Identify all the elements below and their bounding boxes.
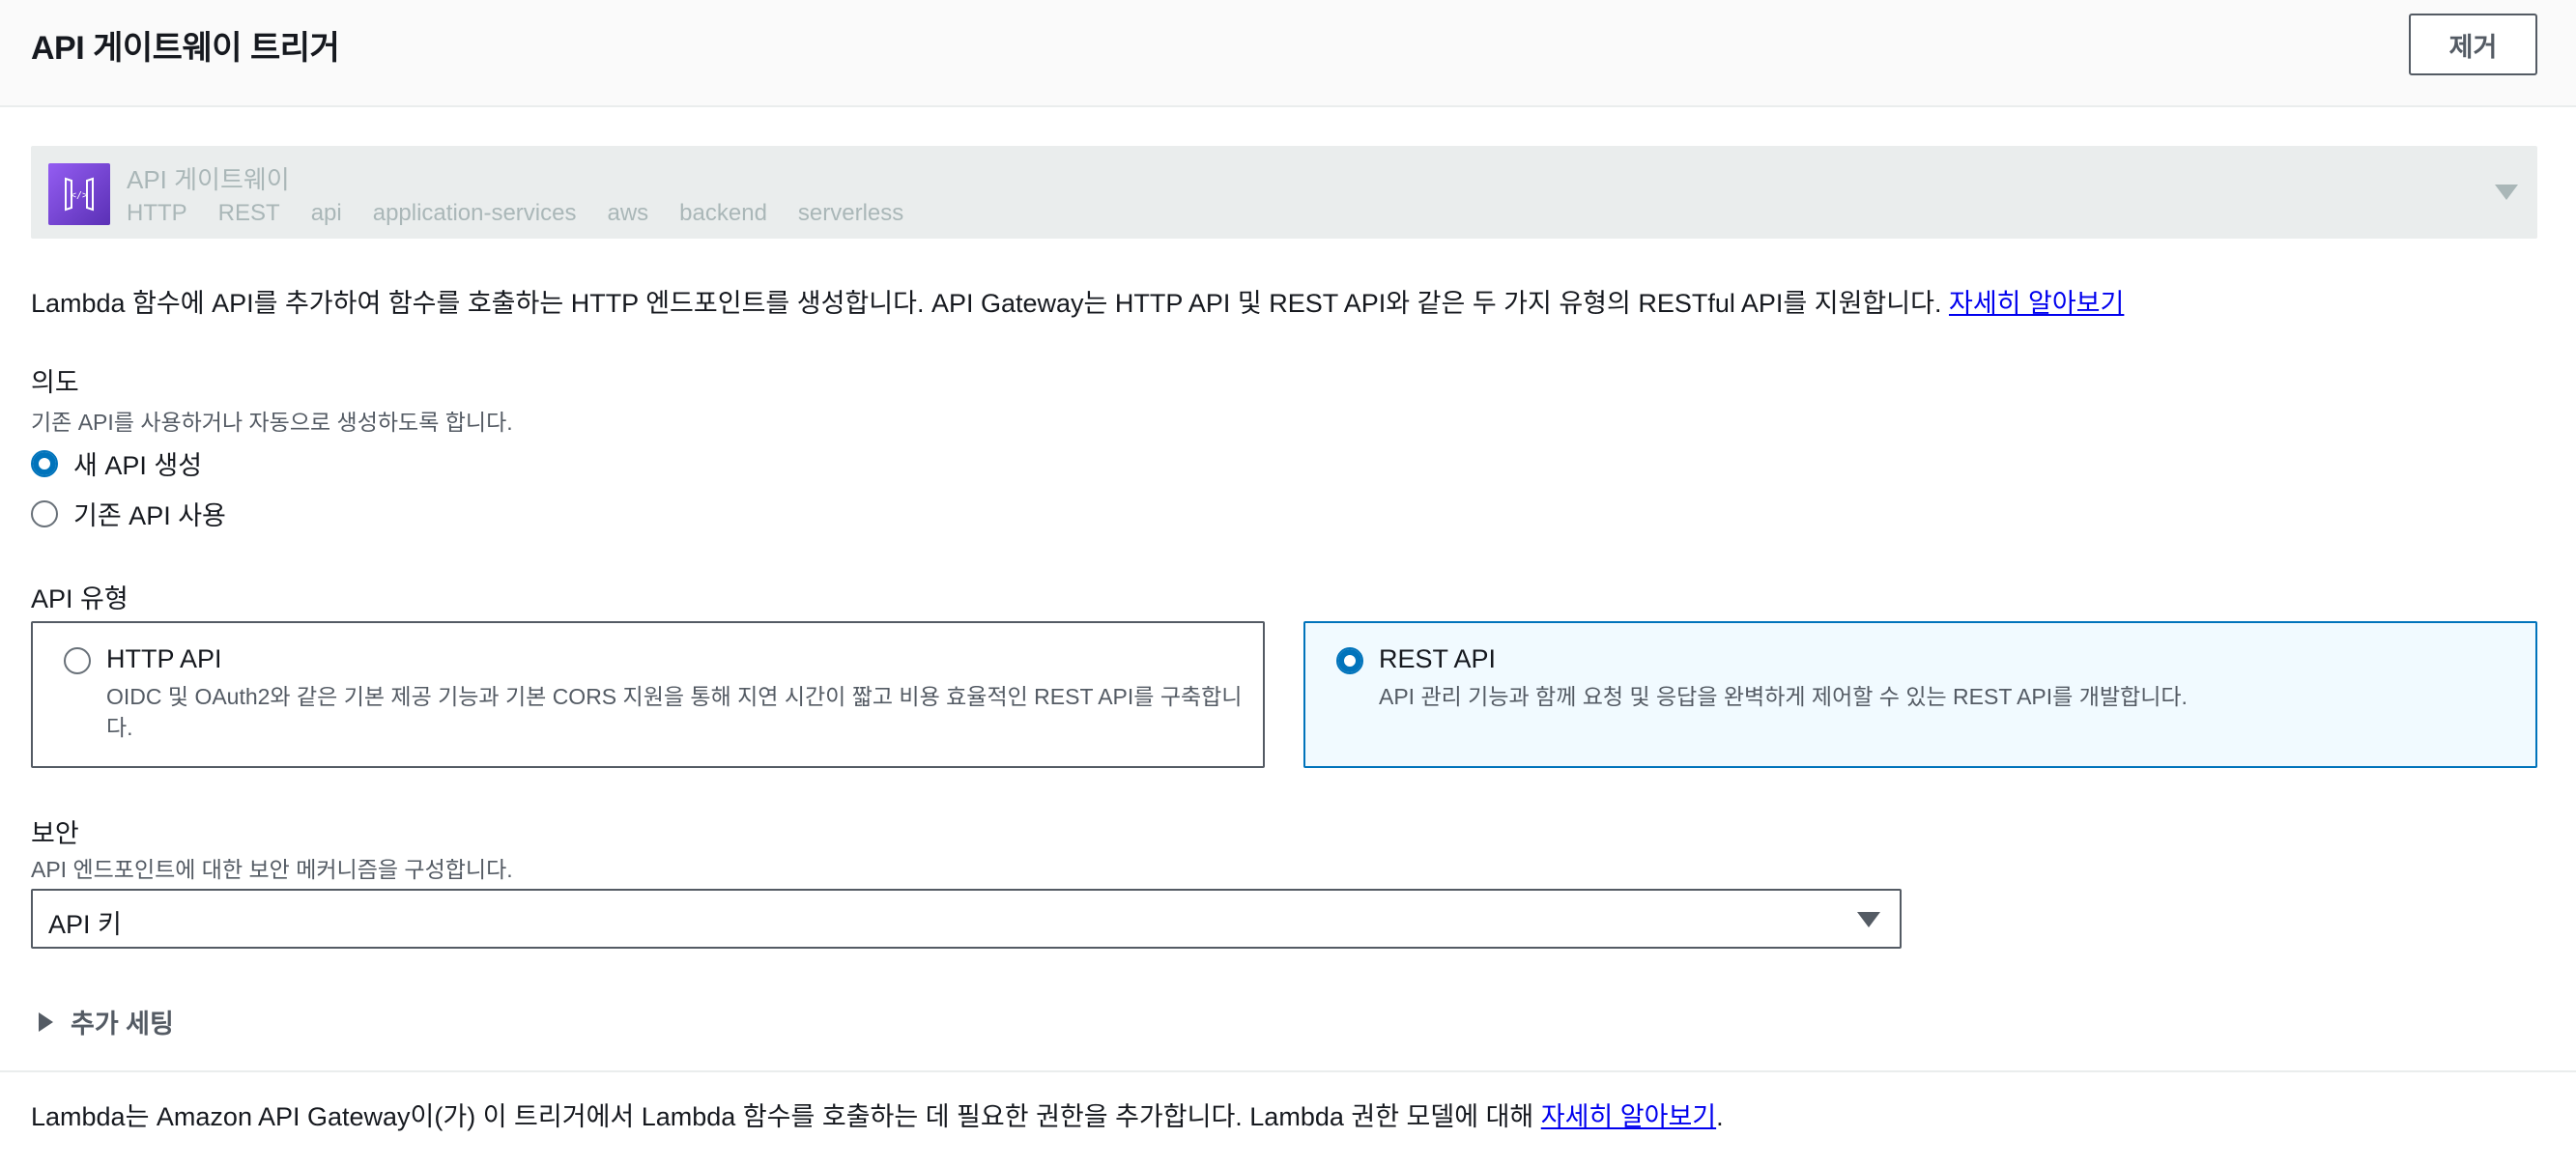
tile-description: OIDC 및 OAuth2와 같은 기본 제공 기능과 기본 CORS 지원을 …	[106, 681, 1242, 743]
additional-settings-toggle[interactable]: 추가 세팅	[39, 1003, 174, 1040]
api-gateway-logo-icon: </>	[48, 163, 110, 225]
service-tags: HTTP REST api application-services aws b…	[127, 200, 934, 227]
divider	[0, 1070, 2576, 1072]
tile-description-line: 다.	[106, 715, 133, 740]
intent-label: 의도	[31, 368, 79, 397]
tile-description: API 관리 기능과 함께 요청 및 응답을 완벽하게 제어할 수 있는 RES…	[1379, 681, 2188, 712]
caret-down-icon	[1857, 912, 1880, 927]
intent-hint: 기존 API를 사용하거나 자동으로 생성하도록 합니다.	[31, 410, 513, 435]
description-text: Lambda 함수에 API를 추가하여 함수를 호출하는 HTTP 엔드포인트…	[31, 289, 1942, 318]
api-type-tile-http[interactable]: HTTP API OIDC 및 OAuth2와 같은 기본 제공 기능과 기본 …	[31, 621, 1265, 768]
trigger-description: Lambda 함수에 API를 추가하여 함수를 호출하는 HTTP 엔드포인트…	[31, 282, 2124, 320]
radio-label: 기존 API 사용	[73, 501, 226, 530]
permissions-note: Lambda는 Amazon API Gateway이(가) 이 트리거에서 L…	[31, 1096, 1724, 1133]
security-hint: API 엔드포인트에 대한 보안 메커니즘을 구성합니다.	[31, 857, 513, 882]
api-type-label: API 유형	[31, 584, 129, 613]
permissions-learn-more-link[interactable]: 자세히 알아보기	[1541, 1102, 1716, 1131]
remove-button[interactable]: 제거	[2409, 14, 2537, 75]
service-tag: serverless	[797, 200, 904, 226]
tile-description-line: API 관리 기능과 함께 요청 및 응답을 완벽하게 제어할 수 있는 RES…	[1379, 684, 2188, 709]
tile-description-line: OIDC 및 OAuth2와 같은 기본 제공 기능과 기본 CORS 지원을 …	[106, 684, 1243, 709]
radio-use-existing-api[interactable]: 기존 API 사용	[31, 495, 226, 532]
security-select[interactable]: API 키	[31, 889, 1902, 949]
security-select-value: API 키	[48, 910, 122, 939]
service-tag: api	[310, 200, 342, 226]
security-label: 보안	[31, 819, 79, 848]
radio-checked-icon[interactable]	[1336, 647, 1363, 674]
permissions-note-end: .	[1716, 1102, 1724, 1131]
radio-unchecked-icon[interactable]	[31, 499, 58, 527]
svg-text:</>: </>	[71, 190, 88, 201]
service-name: API 게이트웨이	[127, 165, 290, 194]
radio-label: 새 API 생성	[73, 451, 203, 480]
additional-settings-label: 추가 세팅	[71, 1010, 174, 1039]
radio-create-new-api[interactable]: 새 API 생성	[31, 444, 202, 482]
radio-unchecked-icon[interactable]	[64, 647, 91, 674]
panel-title: API 게이트웨이 트리거	[31, 30, 340, 67]
service-tag: application-services	[372, 200, 577, 226]
service-select[interactable]: </> API 게이트웨이 HTTP REST api application-…	[31, 146, 2537, 239]
learn-more-link[interactable]: 자세히 알아보기	[1949, 289, 2124, 318]
tile-title: HTTP API	[106, 644, 222, 673]
service-tag: REST	[217, 200, 280, 226]
panel-header: API 게이트웨이 트리거 제거	[0, 0, 2576, 107]
tile-title: REST API	[1379, 644, 1497, 673]
service-tag: backend	[679, 200, 767, 226]
api-type-tile-rest[interactable]: REST API API 관리 기능과 함께 요청 및 응답을 완벽하게 제어할…	[1303, 621, 2537, 768]
caret-right-icon	[39, 1011, 53, 1032]
service-tag: HTTP	[127, 200, 187, 226]
radio-checked-icon[interactable]	[31, 449, 58, 477]
service-tag: aws	[607, 200, 649, 226]
caret-down-icon	[2495, 185, 2518, 200]
permissions-note-text: Lambda는 Amazon API Gateway이(가) 이 트리거에서 L…	[31, 1102, 1541, 1131]
